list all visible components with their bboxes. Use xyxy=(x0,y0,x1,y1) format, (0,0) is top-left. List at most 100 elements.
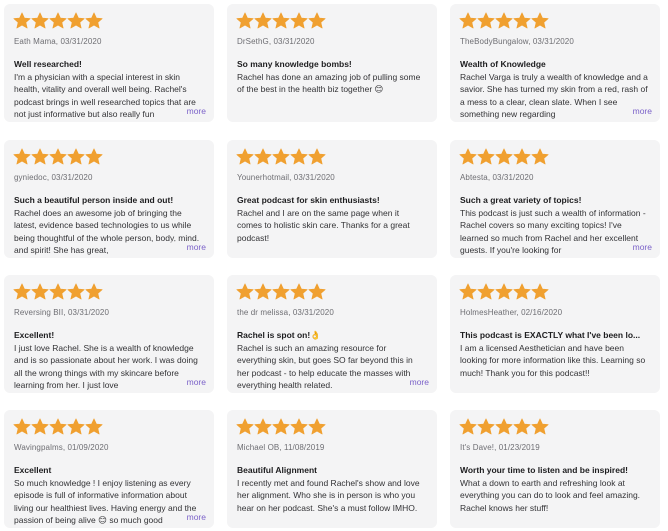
review-body: Rachel and I are on the same page when i… xyxy=(237,208,410,243)
star-icon xyxy=(531,148,549,165)
star-icon xyxy=(31,283,49,300)
review-author-date: Reversing BII, 03/31/2020 xyxy=(14,308,110,317)
star-icon xyxy=(477,148,495,165)
review-body: I recently met and found Rachel's show a… xyxy=(237,478,420,513)
star-icon xyxy=(513,12,531,29)
star-icon xyxy=(308,12,326,29)
review-card[interactable]: Michael OB, 11/08/2019 Beautiful Alignmen… xyxy=(227,410,437,528)
star-icon xyxy=(49,283,67,300)
review-author-date: gyniedoc, 03/31/2020 xyxy=(14,173,93,182)
star-icon xyxy=(290,148,308,165)
reviews-grid: Eath Mama, 03/31/2020 Well researched! I'm… xyxy=(0,0,668,531)
star-icon xyxy=(477,283,495,300)
review-card[interactable]: Eath Mama, 03/31/2020 Well researched! I'm… xyxy=(4,4,214,122)
star-icon xyxy=(513,418,531,435)
review-author-date: Michael OB, 11/08/2019 xyxy=(237,443,325,452)
star-icon xyxy=(477,12,495,29)
review-title: Such a great variety of topics! xyxy=(460,195,582,205)
star-icon xyxy=(13,12,31,29)
star-icon xyxy=(31,418,49,435)
star-icon xyxy=(272,148,290,165)
star-icon xyxy=(513,148,531,165)
star-icon xyxy=(67,148,85,165)
star-icon xyxy=(308,148,326,165)
star-icon xyxy=(272,283,290,300)
review-title: Well researched! xyxy=(14,59,82,69)
review-title: This podcast is EXACTLY what I've been l… xyxy=(460,330,641,340)
more-link[interactable]: more xyxy=(160,105,206,117)
star-icon xyxy=(85,148,103,165)
more-link[interactable]: more xyxy=(160,241,206,253)
star-rating xyxy=(459,283,650,301)
review-title: Great podcast for skin enthusiasts! xyxy=(237,195,380,205)
star-rating xyxy=(459,418,650,436)
review-card[interactable]: It's Dave!, 01/23/2019 Worth your time to… xyxy=(450,410,660,528)
star-rating xyxy=(459,148,650,166)
review-author-date: HolmesHeather, 02/16/2020 xyxy=(460,308,563,317)
more-link[interactable]: more xyxy=(383,376,429,388)
star-icon xyxy=(13,148,31,165)
star-icon xyxy=(308,418,326,435)
review-card[interactable]: Younerhotmail, 03/31/2020 Great podcast f… xyxy=(227,140,437,258)
star-icon xyxy=(459,418,477,435)
star-icon xyxy=(31,12,49,29)
more-link[interactable]: more xyxy=(606,105,652,117)
star-icon xyxy=(254,148,272,165)
star-icon xyxy=(290,283,308,300)
star-icon xyxy=(67,418,85,435)
review-title: Excellent! xyxy=(14,330,55,340)
star-rating xyxy=(13,12,204,30)
star-icon xyxy=(236,418,254,435)
review-card[interactable]: HolmesHeather, 02/16/2020 This podcast is… xyxy=(450,275,660,393)
star-icon xyxy=(85,12,103,29)
star-icon xyxy=(49,12,67,29)
review-card[interactable]: the dr melissa, 03/31/2020 Rachel is spot… xyxy=(227,275,437,393)
star-icon xyxy=(531,12,549,29)
review-author-date: Younerhotmail, 03/31/2020 xyxy=(237,173,335,182)
review-author-date: Eath Mama, 03/31/2020 xyxy=(14,37,102,46)
star-icon xyxy=(13,283,31,300)
star-icon xyxy=(67,283,85,300)
star-icon xyxy=(49,148,67,165)
star-icon xyxy=(67,12,85,29)
star-icon xyxy=(236,148,254,165)
review-author-date: Abtesta, 03/31/2020 xyxy=(460,173,534,182)
review-card[interactable]: Wavingpalms, 01/09/2020 Excellent So much … xyxy=(4,410,214,528)
review-card[interactable]: Abtesta, 03/31/2020 Such a great variety … xyxy=(450,140,660,258)
star-icon xyxy=(85,418,103,435)
more-link[interactable]: more xyxy=(160,511,206,523)
review-author-date: the dr melissa, 03/31/2020 xyxy=(237,308,334,317)
star-icon xyxy=(13,418,31,435)
star-icon xyxy=(459,12,477,29)
star-icon xyxy=(272,418,290,435)
review-card[interactable]: DrSethG, 03/31/2020 So many knowledge bom… xyxy=(227,4,437,122)
more-link[interactable]: more xyxy=(606,241,652,253)
star-icon xyxy=(531,283,549,300)
star-rating xyxy=(236,148,427,166)
review-title: Such a beautiful person inside and out! xyxy=(14,195,174,205)
more-link[interactable]: more xyxy=(160,376,206,388)
star-icon xyxy=(495,148,513,165)
star-icon xyxy=(49,418,67,435)
review-title: Excellent xyxy=(14,465,52,475)
review-body: What a down to earth and refreshing look… xyxy=(460,478,641,513)
review-title: Rachel is spot on!👌 xyxy=(237,330,321,340)
star-icon xyxy=(236,283,254,300)
review-body: I am a licensed Aesthetician and have be… xyxy=(460,343,646,378)
review-author-date: Wavingpalms, 01/09/2020 xyxy=(14,443,109,452)
star-icon xyxy=(31,148,49,165)
review-author-date: DrSethG, 03/31/2020 xyxy=(237,37,315,46)
star-icon xyxy=(254,418,272,435)
star-icon xyxy=(495,12,513,29)
star-icon xyxy=(477,418,495,435)
review-card[interactable]: gyniedoc, 03/31/2020 Such a beautiful per… xyxy=(4,140,214,258)
star-icon xyxy=(513,283,531,300)
star-icon xyxy=(272,12,290,29)
review-card[interactable]: Reversing BII, 03/31/2020 Excellent! I jus… xyxy=(4,275,214,393)
star-icon xyxy=(290,418,308,435)
star-rating xyxy=(236,12,427,30)
star-icon xyxy=(85,283,103,300)
review-card[interactable]: TheBodyBungalow, 03/31/2020 Wealth of Kno… xyxy=(450,4,660,122)
star-rating xyxy=(13,283,204,301)
star-icon xyxy=(308,283,326,300)
